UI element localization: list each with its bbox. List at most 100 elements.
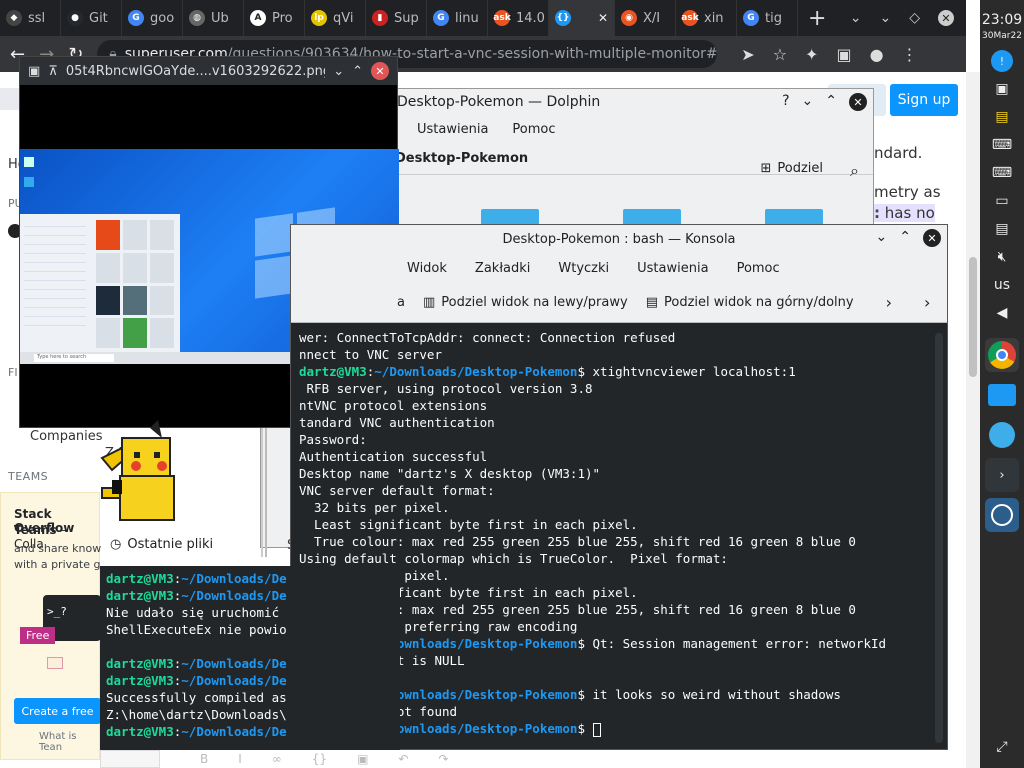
prompt-path: ~/Downloads/Desktop-Pokemon [374, 721, 578, 736]
what-is-teams-link[interactable]: What is Tean [39, 731, 99, 753]
chevron-right-icon[interactable]: › [886, 293, 892, 312]
terminal-icon[interactable]: › [985, 458, 1019, 492]
browser-tab[interactable]: {} ✕ [549, 0, 615, 36]
keyboard-layout[interactable]: us [991, 274, 1013, 296]
menu-help[interactable]: Pomoc [737, 261, 780, 276]
terminal-output[interactable]: dartz@VM3:~/Downloads/De dartz@VM3:~/Down… [106, 570, 396, 740]
menu-settings[interactable]: Ustawienia [637, 261, 708, 276]
split-horizontal-icon: ▤ [645, 295, 658, 310]
clipboard-icon[interactable]: ▤ [991, 106, 1013, 128]
minimize-icon[interactable]: ⌄ [876, 229, 888, 247]
profile-icon[interactable]: ● [870, 45, 884, 64]
browser-tab[interactable]: Gtig [737, 0, 798, 36]
folder-icon[interactable] [481, 209, 539, 225]
collapse-icon[interactable]: ◀ [991, 302, 1013, 324]
minimize-icon[interactable]: ⌄ [879, 10, 891, 26]
notes-icon[interactable]: ▤ [991, 218, 1013, 240]
info-icon[interactable]: ! [991, 50, 1013, 72]
editor-edge [100, 750, 160, 768]
code-icon[interactable]: {} [312, 752, 327, 768]
fullscreen-icon[interactable]: ⤢ [991, 736, 1013, 758]
places-recent-files[interactable]: ◷ Ostatnie pliki [110, 537, 213, 552]
maximize-icon[interactable]: ⌃ [899, 229, 911, 247]
terminal-line: dartz@VM3:~/Downloads/Desktop-Pokemon$ x… [299, 363, 929, 380]
star-icon[interactable]: ☆ [773, 45, 787, 64]
italic-icon[interactable]: I [238, 752, 242, 768]
menu-icon[interactable]: ⋮ [902, 45, 918, 64]
page-scrollbar[interactable] [966, 72, 980, 768]
browser-tab[interactable]: Glinu [427, 0, 488, 36]
menu-plugins[interactable]: Wtyczki [558, 261, 609, 276]
extensions-icon[interactable]: ✦ [805, 45, 818, 64]
folder-icon[interactable] [623, 209, 681, 225]
toolbar-fragment[interactable]: a [397, 295, 405, 310]
sidebar-icon[interactable]: ▣ [836, 45, 851, 64]
redo-icon[interactable]: ↷ [438, 752, 448, 768]
folder-icon[interactable] [985, 378, 1019, 412]
camera-icon[interactable] [985, 498, 1019, 532]
prompt-symbol: $ [577, 721, 585, 736]
network-icon[interactable]: ▣ [991, 78, 1013, 100]
text-cursor [592, 722, 601, 737]
tab-label: Ub [211, 10, 229, 26]
restore-icon[interactable]: ◇ [909, 10, 920, 26]
chevron-right-icon[interactable]: › [924, 293, 930, 312]
menu-view[interactable]: Widok [407, 261, 447, 276]
volume-muted-icon[interactable]: 🔇︎ [991, 246, 1013, 268]
tab-close-icon[interactable]: ✕ [598, 11, 608, 25]
keyboard-icon[interactable]: ⌨ [991, 134, 1013, 156]
maximize-icon[interactable]: ⌃ [352, 64, 363, 79]
breadcrumb-current[interactable]: Desktop-Pokemon [395, 151, 528, 166]
browser-tab[interactable]: ◍ Ub [183, 0, 244, 36]
terminal-scrollbar[interactable] [935, 333, 943, 743]
menu-settings[interactable]: Ustawienia [417, 122, 488, 137]
minimize-icon[interactable]: ⌄ [333, 64, 344, 79]
display-icon[interactable]: ▭ [991, 190, 1013, 212]
close-icon[interactable]: ✕ [371, 62, 389, 80]
close-icon[interactable]: ✕ [938, 10, 954, 26]
nav-find-fragment: FI [8, 366, 18, 379]
image-icon[interactable]: ▣ [357, 752, 368, 768]
chrome-icon[interactable] [985, 338, 1019, 372]
browser-tab[interactable]: ◆ ssl [0, 0, 61, 36]
browser-tab[interactable]: ▮ Sup [366, 0, 427, 36]
scrollbar-thumb[interactable] [969, 257, 977, 377]
browser-tab[interactable]: A Pro [244, 0, 305, 36]
maximize-icon[interactable]: ⌃ [825, 93, 837, 111]
create-team-button[interactable]: Create a free [14, 698, 101, 724]
menu-bookmarks[interactable]: Zakładki [475, 261, 530, 276]
terminal-line: dartz@VM3:~/Downloads/De [106, 655, 396, 672]
browser-tab[interactable]: ◉ X/I [615, 0, 676, 36]
terminal-line: Password: [299, 432, 367, 447]
terminal-line: dartz@VM3:~/Downloads/De [106, 723, 396, 740]
signup-button[interactable]: Sign up [890, 84, 958, 116]
pikachu-sprite[interactable] [92, 418, 184, 528]
network-app-icon[interactable] [985, 418, 1019, 452]
bold-icon[interactable]: B [200, 752, 208, 768]
split-button[interactable]: ⊞ Podziel [760, 161, 823, 176]
browser-tab[interactable]: ask xin [676, 0, 737, 36]
link-icon[interactable]: ∞ [272, 752, 282, 768]
split-left-right-button[interactable]: ▥ Podziel widok na lewy/prawy [423, 295, 628, 310]
panel-splitter[interactable] [265, 427, 267, 557]
folder-icon[interactable] [765, 209, 823, 225]
close-icon[interactable]: ✕ [923, 229, 941, 247]
minimize-icon[interactable]: ⌄ [802, 93, 814, 111]
browser-tab[interactable]: ● Git [61, 0, 122, 36]
keyboard-icon[interactable]: ⌨ [991, 162, 1013, 184]
search-icon[interactable]: ⌕ [850, 161, 859, 181]
close-icon[interactable]: ✕ [849, 93, 867, 111]
browser-tab[interactable]: ask 14.0 [488, 0, 549, 36]
pin-icon[interactable]: ⊼ [48, 64, 58, 79]
browser-tab[interactable]: lp qVi [305, 0, 366, 36]
browser-tab[interactable]: Ggoo [122, 0, 183, 36]
window-controls: ? ⌄ ⌃ ✕ [782, 93, 867, 111]
chevron-down-icon[interactable]: ⌄ [850, 10, 862, 26]
share-icon[interactable]: ➤ [741, 45, 754, 64]
help-icon[interactable]: ? [782, 93, 789, 111]
new-tab-button[interactable]: + [798, 6, 836, 31]
menu-help[interactable]: Pomoc [512, 122, 555, 137]
clock[interactable]: 23:09 30Mar22 [982, 12, 1022, 44]
undo-icon[interactable]: ↶ [398, 752, 408, 768]
split-top-bottom-button[interactable]: ▤ Podziel widok na górny/dolny [646, 295, 854, 310]
